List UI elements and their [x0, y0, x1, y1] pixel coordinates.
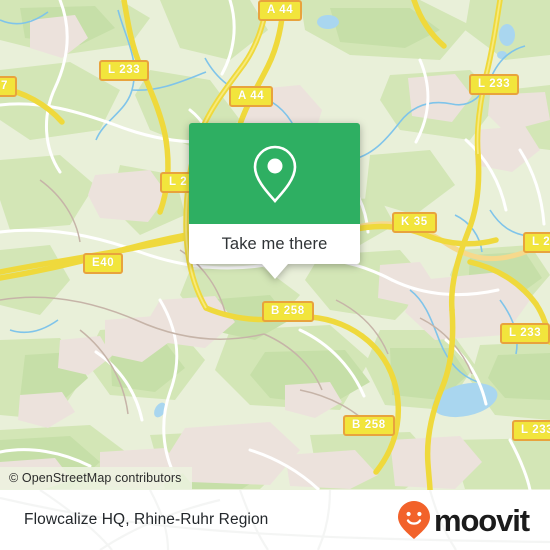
road-shield-b258-upper: B 258: [262, 301, 314, 322]
take-me-there-label: Take me there: [221, 234, 328, 253]
road-shield-l233-northwest: L 233: [99, 60, 150, 81]
road-shield-b258-lower: B 258: [343, 415, 395, 436]
location-callout-card[interactable]: Take me there: [189, 123, 360, 279]
map-screenshot: A 44 L 233 A 44 L 233 7 L 2K 35 L 2 E40 B 258 L 2…: [0, 0, 550, 550]
moovit-smiley-pin-icon: [397, 501, 430, 539]
location-title: Flowcalize HQ, Rhine-Ruhr Region: [24, 511, 269, 528]
road-shield-l2-eastedge: L 2: [523, 232, 550, 253]
moovit-wordmark: moovit: [433, 502, 530, 538]
take-me-there-button[interactable]: Take me there: [189, 224, 360, 264]
road-shield-l7-westedge: 7: [0, 76, 17, 97]
osm-attribution[interactable]: © OpenStreetMap contributors: [0, 467, 192, 490]
road-shield-a44-mid: A 44: [229, 86, 274, 107]
road-shield-k35: K 35: [392, 212, 437, 233]
road-shield-a44-north: A 44: [258, 0, 303, 21]
map-pin-icon: [253, 145, 296, 203]
callout-pointer: [261, 264, 288, 279]
footer-bar: Flowcalize HQ, Rhine-Ruhr Region moovit: [0, 490, 550, 550]
moovit-brand[interactable]: moovit: [397, 490, 530, 550]
road-shield-l233-northeast: L 233: [469, 74, 520, 95]
road-shield-l233-southeast: L 233: [500, 323, 550, 344]
callout-pin-area: [189, 123, 360, 224]
road-shield-l233-bottomright: L 233: [512, 420, 550, 441]
road-shield-e40: E40: [83, 253, 124, 274]
